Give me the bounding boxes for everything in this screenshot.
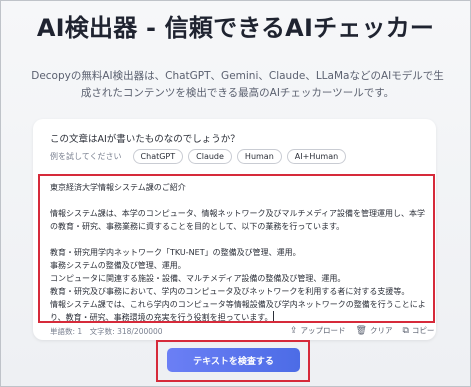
example-chip-ai-human[interactable]: AI+Human [286, 148, 347, 164]
input-text[interactable]: 東京経済大学情報システム課のご紹介 情報システム課は、本学のコンピュータ、情報ネ… [50, 181, 428, 324]
upload-label: アップロード [300, 326, 346, 335]
upload-button[interactable]: ⇪ アップロード [290, 325, 346, 336]
copy-button[interactable]: ⧉ コピー [402, 325, 434, 336]
check-text-button[interactable]: テキストを検査する [167, 348, 300, 372]
text-tools: ⇪ アップロード 🗑 クリア ⧉ コピー [290, 325, 434, 336]
copy-icon: ⧉ [402, 325, 409, 336]
text-caret [273, 311, 275, 321]
example-chip-human[interactable]: Human [236, 148, 282, 164]
upload-icon: ⇪ [290, 325, 298, 336]
example-chip-claude[interactable]: Claude [188, 148, 232, 164]
page-description: Decopyの無料AI検出器は、ChatGPT、Gemini、Claude、LL… [31, 70, 444, 99]
question-label: この文章はAIが書いたものなのでしょうか？ [50, 134, 240, 145]
input-text-content: 東京経済大学情報システム課のご紹介 情報システム課は、本学のコンピュータ、情報ネ… [50, 183, 426, 322]
page-title: AI検出器 - 信頼できるAIチェッカー [36, 14, 435, 42]
clear-button[interactable]: 🗑 クリア [356, 325, 393, 336]
copy-label: コピー [411, 326, 435, 335]
examples-row: 例を試してください ChatGPT Claude Human AI+Human [50, 148, 347, 164]
example-chip-chatgpt[interactable]: ChatGPT [132, 148, 184, 164]
examples-label: 例を試してください [50, 151, 122, 161]
clear-label: クリア [369, 326, 393, 335]
trash-icon: 🗑 [355, 325, 367, 336]
text-stats: 単語数: 1 文字数: 318/200000 [50, 327, 163, 336]
